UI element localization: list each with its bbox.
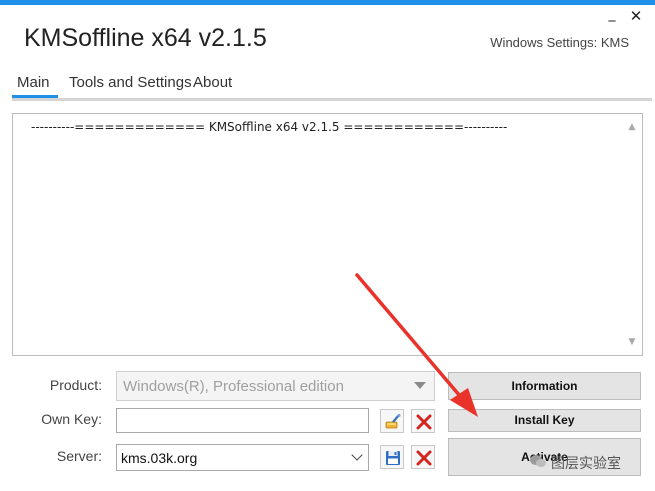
product-select-value: Windows(R), Professional edition (123, 378, 344, 395)
product-label: Product: (49, 377, 102, 393)
log-output-box[interactable]: ----------============= KMSoffline x64 v… (12, 113, 643, 356)
information-button[interactable]: Information (448, 372, 641, 400)
tab-main[interactable]: Main (12, 72, 58, 98)
own-key-label: Own Key: (41, 411, 102, 427)
server-label: Server: (56, 448, 102, 464)
scroll-down-icon[interactable]: ▼ (622, 333, 642, 351)
server-select-value: kms.03k.org (121, 450, 198, 466)
product-select[interactable]: Windows(R), Professional edition (116, 371, 435, 401)
title-accent-bar (0, 0, 655, 5)
clear-own-key-button[interactable] (411, 409, 435, 433)
log-scrollbar[interactable]: ▲ ▼ (622, 114, 642, 355)
close-button[interactable]: ✕ (628, 8, 644, 24)
windows-settings-label: Windows Settings: KMS (490, 35, 629, 50)
app-title: KMSoffline x64 v2.1.5 (24, 24, 267, 52)
chevron-down-icon (351, 449, 363, 461)
floppy-save-icon (386, 451, 400, 465)
clear-x-icon (416, 414, 432, 430)
brush-icon (385, 414, 401, 429)
watermark-text: 图层实验室 (551, 456, 621, 472)
minimize-button[interactable]: _ (604, 6, 620, 22)
clear-server-button[interactable] (411, 445, 435, 469)
tab-tools-and-settings[interactable]: Tools and Settings (64, 72, 197, 98)
brush-button[interactable] (380, 409, 404, 433)
watermark: 图层实验室 (529, 451, 641, 473)
install-key-button[interactable]: Install Key (448, 409, 641, 432)
chevron-down-icon (414, 382, 426, 389)
wechat-icon (530, 455, 546, 467)
save-server-button[interactable] (380, 445, 404, 469)
tab-about[interactable]: About (188, 72, 237, 98)
tab-underline-rule (12, 98, 652, 101)
server-select[interactable]: kms.03k.org (116, 444, 369, 471)
tab-bar: Main Tools and Settings About (12, 72, 652, 101)
own-key-input[interactable] (116, 408, 369, 433)
log-text: ----------============= KMSoffline x64 v… (31, 120, 508, 134)
clear-x-icon (416, 450, 432, 466)
scroll-up-icon[interactable]: ▲ (622, 118, 642, 136)
